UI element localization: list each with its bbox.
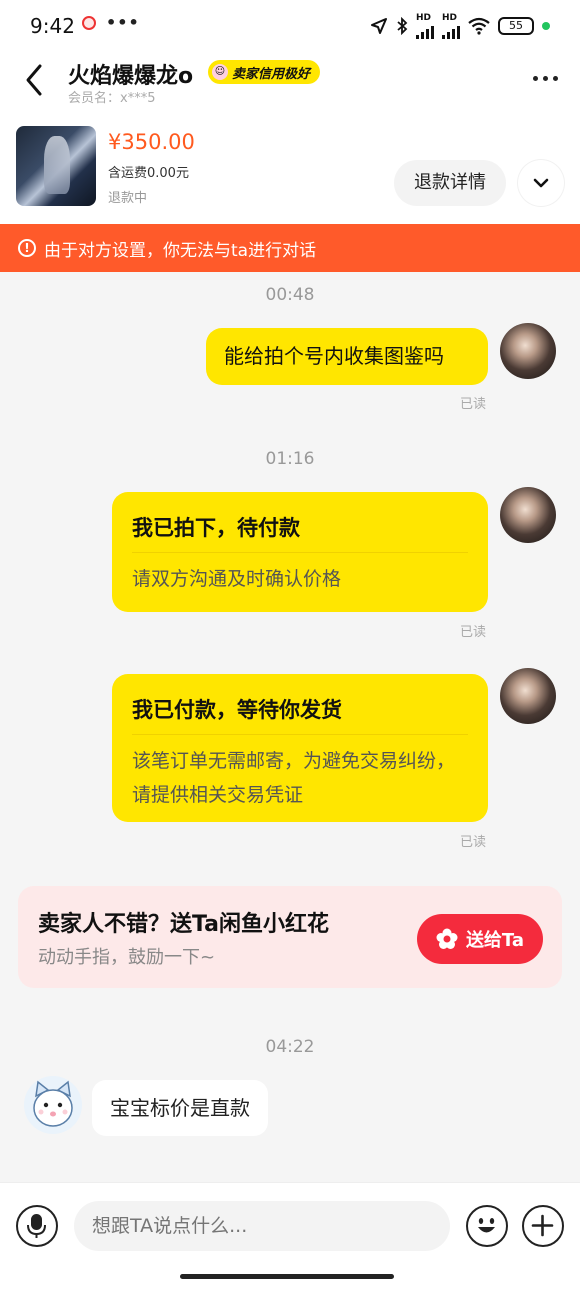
status-time: 9:42 — [30, 14, 75, 38]
home-indicator[interactable] — [180, 1274, 394, 1279]
product-price: ¥350.00 — [108, 130, 195, 154]
add-button[interactable] — [522, 1205, 564, 1247]
more-dot-icon — [533, 76, 538, 81]
signal-2: HD — [442, 13, 460, 39]
emoji-button[interactable] — [466, 1205, 508, 1247]
send-flower-label: 送给Ta — [465, 930, 525, 951]
input-bar — [0, 1182, 580, 1289]
battery-icon: 55 — [498, 17, 534, 35]
hd-label: HD — [416, 13, 432, 23]
notice-text: 由于对方设置，你无法与ta进行对话 — [44, 240, 317, 261]
my-avatar[interactable] — [500, 668, 556, 724]
wifi-icon — [468, 17, 490, 35]
credit-badge-label: 卖家信用极好 — [232, 66, 311, 82]
message-input[interactable] — [74, 1201, 450, 1251]
read-receipt: 已读 — [460, 835, 487, 850]
shipping-fee: 含运费0.00元 — [108, 166, 189, 181]
expand-button[interactable] — [518, 160, 564, 206]
order-status-card[interactable]: 我已拍下，待付款 请双方沟通及时确认价格 — [112, 492, 488, 612]
product-thumbnail[interactable] — [16, 126, 96, 206]
timestamp: 04:22 — [265, 1037, 315, 1057]
more-dot-icon — [543, 76, 548, 81]
card-title: 我已拍下，待付款 — [132, 516, 300, 540]
smiley-icon: ☺ — [212, 64, 228, 80]
timestamp: 01:16 — [265, 449, 315, 469]
signal-2-icon — [442, 23, 460, 39]
cartoon-cat-avatar-icon — [33, 1080, 73, 1127]
hd-label: HD — [442, 13, 458, 23]
chevron-left-icon — [26, 64, 42, 96]
promo-subtitle: 动动手指，鼓励一下~ — [38, 947, 216, 968]
app-notification-icon — [82, 16, 96, 30]
seller-message-bubble[interactable]: 宝宝标价是直款 — [92, 1080, 268, 1136]
seller-name[interactable]: 火焰爆爆龙o — [68, 58, 193, 90]
send-flower-button[interactable]: 送给Ta — [417, 914, 543, 964]
card-title: 我已付款，等待你发货 — [132, 698, 342, 722]
promo-title: 卖家人不错？送Ta闲鱼小红花 — [38, 912, 330, 937]
bluetooth-icon — [397, 17, 408, 35]
credit-badge[interactable]: ☺ 卖家信用极好 — [208, 60, 321, 84]
card-description: 该笔订单无需邮寄，为避免交易纠纷，请提供相关交易凭证 — [132, 750, 456, 806]
chat-restricted-notice: ! 由于对方设置，你无法与ta进行对话 — [0, 224, 580, 272]
back-button[interactable] — [20, 62, 52, 98]
seller-avatar[interactable] — [24, 1076, 82, 1134]
more-button[interactable] — [533, 76, 558, 81]
emoji-icon — [478, 1218, 495, 1233]
order-status-card[interactable]: 我已付款，等待你发货 该笔订单无需邮寄，为避免交易纠纷，请提供相关交易凭证 — [112, 674, 488, 822]
flower-icon — [436, 928, 458, 950]
my-avatar[interactable] — [500, 323, 556, 379]
voice-button[interactable] — [16, 1205, 58, 1247]
card-description: 请双方沟通及时确认价格 — [132, 568, 342, 590]
card-divider — [132, 734, 468, 735]
refund-details-button[interactable]: 退款详情 — [394, 160, 506, 206]
status-left-icons: ••• — [82, 13, 140, 32]
microphone-icon — [27, 1214, 46, 1238]
signal-1-icon — [416, 23, 434, 39]
chevron-down-icon — [533, 178, 549, 188]
read-receipt: 已读 — [460, 625, 487, 640]
more-notifications-icon: ••• — [106, 13, 140, 32]
warning-icon: ! — [18, 239, 36, 257]
status-right-icons: HD HD 55 — [370, 13, 550, 39]
more-dot-icon — [553, 76, 558, 81]
card-divider — [132, 552, 468, 553]
refund-status: 退款中 — [108, 191, 148, 206]
my-avatar[interactable] — [500, 487, 556, 543]
privacy-indicator-icon — [542, 22, 550, 30]
read-receipt: 已读 — [460, 397, 487, 412]
red-flower-promo: 卖家人不错？送Ta闲鱼小红花 动动手指，鼓励一下~ 送给Ta — [18, 886, 562, 988]
timestamp: 00:48 — [265, 285, 315, 305]
member-name: 会员名：x***5 — [68, 91, 156, 106]
location-icon — [371, 18, 387, 34]
status-bar: 9:42 ••• HD HD 55 — [0, 0, 580, 52]
signal-1: HD — [416, 13, 434, 39]
message-bubble[interactable]: 能给拍个号内收集图鉴吗 — [206, 328, 488, 385]
plus-icon — [531, 1214, 554, 1237]
